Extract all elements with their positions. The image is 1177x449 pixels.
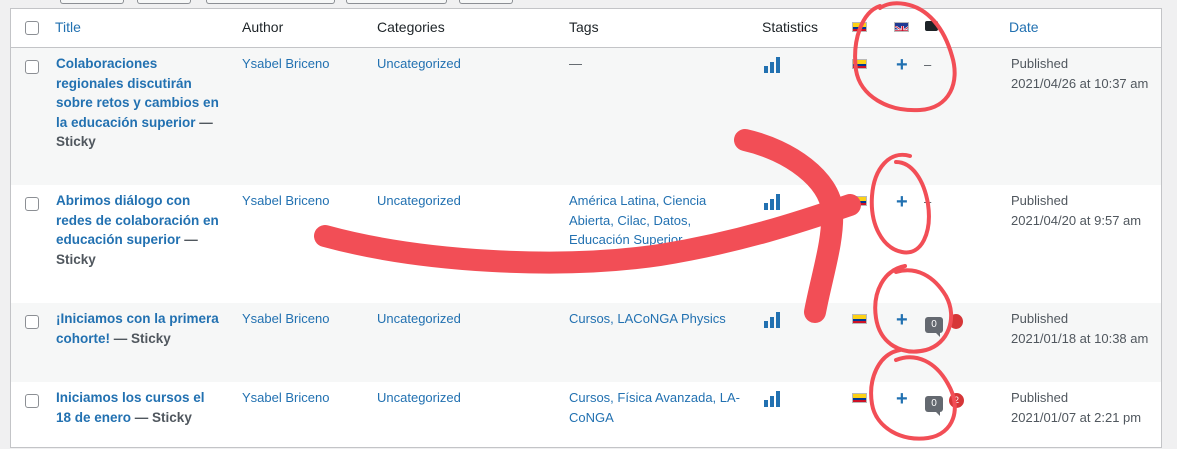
author-link[interactable]: Ysabel Briceno [242, 388, 329, 408]
tags-links[interactable]: América Latina, Ciencia Abierta, Cilac, … [569, 191, 744, 250]
tags-value: — [569, 56, 582, 71]
add-translation-plus-icon[interactable]: + [896, 389, 908, 409]
column-categories: Categories [377, 19, 445, 35]
colombia-flag-icon [852, 196, 867, 206]
post-date: Published 2021/04/26 at 10:37 am [1011, 56, 1149, 91]
comment-count-bubble[interactable]: 0 [925, 396, 943, 416]
column-tags: Tags [569, 19, 599, 35]
author-link[interactable]: Ysabel Briceno [242, 191, 329, 211]
post-title[interactable]: Colaboraciones regionales discutirán sob… [56, 54, 221, 152]
row-checkbox[interactable] [25, 394, 39, 408]
post-date: Published 2021/01/07 at 2:21 pm [1011, 390, 1142, 425]
author-link[interactable]: Ysabel Briceno [242, 54, 329, 74]
category-link[interactable]: Uncategorized [377, 191, 461, 211]
pending-comments-badge [949, 314, 963, 329]
table-header: Title Author Categories Tags Statistics … [11, 9, 1161, 48]
select-all-checkbox[interactable] [25, 21, 39, 35]
author-link[interactable]: Ysabel Briceno [242, 309, 329, 329]
bar-chart-icon[interactable] [764, 312, 781, 328]
colombia-flag-icon [852, 59, 867, 69]
bar-chart-icon[interactable] [764, 391, 781, 407]
post-title[interactable]: Abrimos diálogo con redes de colaboració… [56, 191, 221, 269]
column-statistics: Statistics [762, 19, 819, 35]
pending-comments-badge: 2 [949, 393, 964, 408]
colombia-flag-icon [852, 393, 867, 403]
table-row: Colaboraciones regionales discutirán sob… [11, 48, 1161, 185]
table-row: Abrimos diálogo con redes de colaboració… [11, 185, 1161, 303]
bar-chart-icon[interactable] [764, 57, 781, 73]
post-title[interactable]: Iniciamos los cursos el 18 de enero — St… [56, 388, 221, 427]
column-date[interactable]: Date [1009, 19, 1039, 35]
add-translation-plus-icon[interactable]: + [896, 192, 908, 212]
column-title[interactable]: Title [55, 19, 81, 35]
post-date: Published 2021/04/20 at 9:57 am [1011, 193, 1142, 228]
add-translation-plus-icon[interactable]: + [896, 55, 908, 75]
add-translation-plus-icon[interactable]: + [896, 310, 908, 330]
tags-links[interactable]: Cursos, LACoNGA Physics [569, 309, 744, 329]
comment-count-bubble[interactable]: 0 [925, 317, 943, 337]
bar-chart-icon[interactable] [764, 194, 781, 210]
uk-flag-icon [894, 22, 909, 32]
table-row: ¡Iniciamos con la primera cohorte! — Sti… [11, 303, 1161, 382]
colombia-flag-icon [852, 314, 867, 324]
row-checkbox[interactable] [25, 315, 39, 329]
row-checkbox[interactable] [25, 197, 39, 211]
posts-table: Title Author Categories Tags Statistics … [10, 8, 1162, 448]
comments-none: – [924, 57, 932, 72]
category-link[interactable]: Uncategorized [377, 54, 461, 74]
colombia-flag-icon [852, 22, 867, 32]
post-title[interactable]: ¡Iniciamos con la primera cohorte! — Sti… [56, 309, 221, 348]
column-author: Author [242, 19, 284, 35]
post-date: Published 2021/01/18 at 10:38 am [1011, 311, 1149, 346]
category-link[interactable]: Uncategorized [377, 388, 461, 408]
category-link[interactable]: Uncategorized [377, 309, 461, 329]
comments-none: – [924, 194, 932, 209]
table-row: Iniciamos los cursos el 18 de enero — St… [11, 382, 1161, 449]
comment-bubble-icon [925, 21, 938, 31]
top-toolbar-remnants [0, 0, 1177, 8]
tags-links[interactable]: Cursos, Física Avanzada, LA-CoNGA [569, 388, 744, 427]
row-checkbox[interactable] [25, 60, 39, 74]
